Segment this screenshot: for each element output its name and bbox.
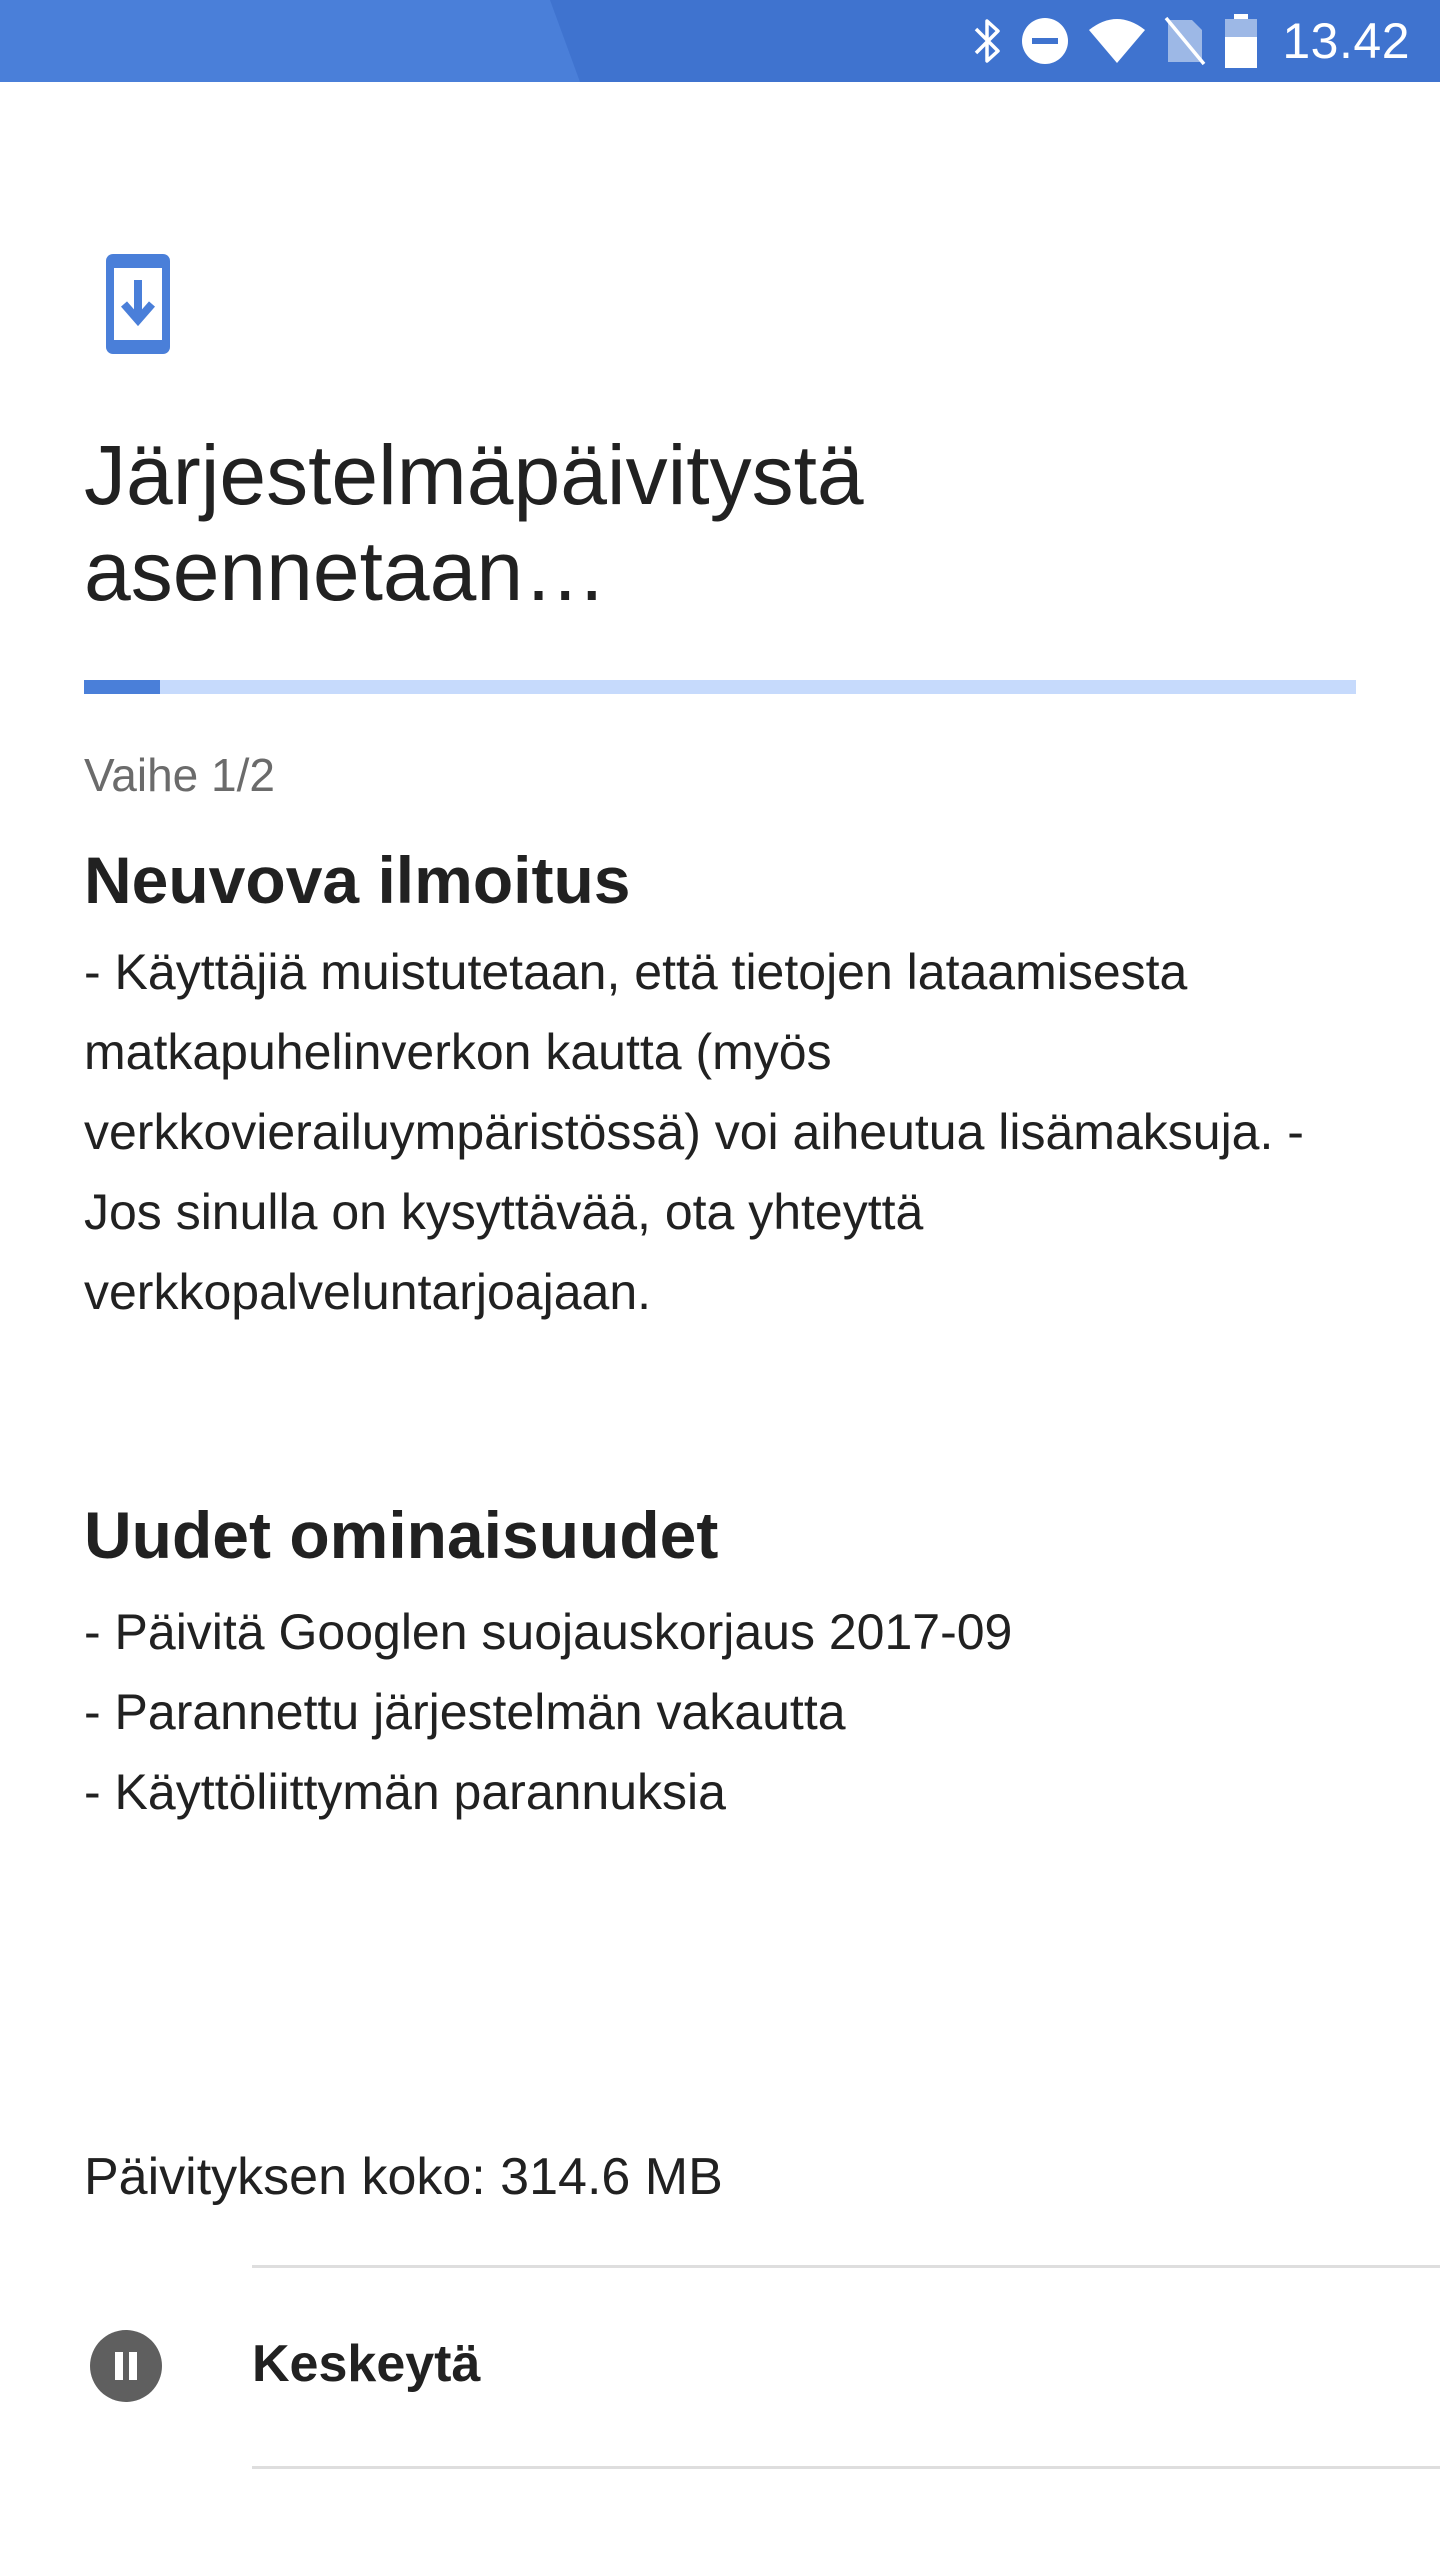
bluetooth-icon xyxy=(972,17,1002,65)
feature-item: - Parannettu järjestelmän vakautta xyxy=(84,1684,846,1740)
status-icons: 13.42 xyxy=(972,0,1410,82)
do-not-disturb-icon xyxy=(1020,16,1070,66)
notice-title: Neuvova ilmoitus xyxy=(84,843,631,917)
feature-item: - Käyttöliittymän parannuksia xyxy=(84,1764,726,1820)
install-progress-fill xyxy=(84,680,161,694)
battery-icon xyxy=(1224,13,1258,69)
pause-icon xyxy=(90,2330,162,2407)
features-list: - Päivitä Googlen suojauskorjaus 2017-09… xyxy=(84,1592,1012,1832)
features-title: Uudet ominaisuudet xyxy=(84,1498,719,1572)
step-label: Vaihe 1/2 xyxy=(84,749,275,801)
status-bar-shade xyxy=(0,0,580,82)
notice-body: - Käyttäjiä muistutetaan, että tietojen … xyxy=(84,944,1304,1320)
update-size: Päivityksen koko: 314.6 MB xyxy=(84,2148,723,2206)
pause-label: Keskeytä xyxy=(252,2335,481,2393)
feature-item: - Päivitä Googlen suojauskorjaus 2017-09 xyxy=(84,1604,1013,1660)
status-time: 13.42 xyxy=(1282,13,1410,69)
divider xyxy=(252,2466,1440,2469)
update-page: Järjestelmäpäivitystä asennetaan… Vaihe … xyxy=(0,82,1440,2560)
wifi-icon xyxy=(1088,18,1146,64)
pause-button[interactable]: Keskeytä xyxy=(0,2268,1440,2464)
page-title: Järjestelmäpäivitystä asennetaan… xyxy=(84,428,864,618)
system-update-download-icon xyxy=(104,252,172,361)
status-bar: 13.42 xyxy=(0,0,1440,82)
install-progress-bar xyxy=(84,680,1356,694)
no-sim-icon xyxy=(1164,16,1206,66)
